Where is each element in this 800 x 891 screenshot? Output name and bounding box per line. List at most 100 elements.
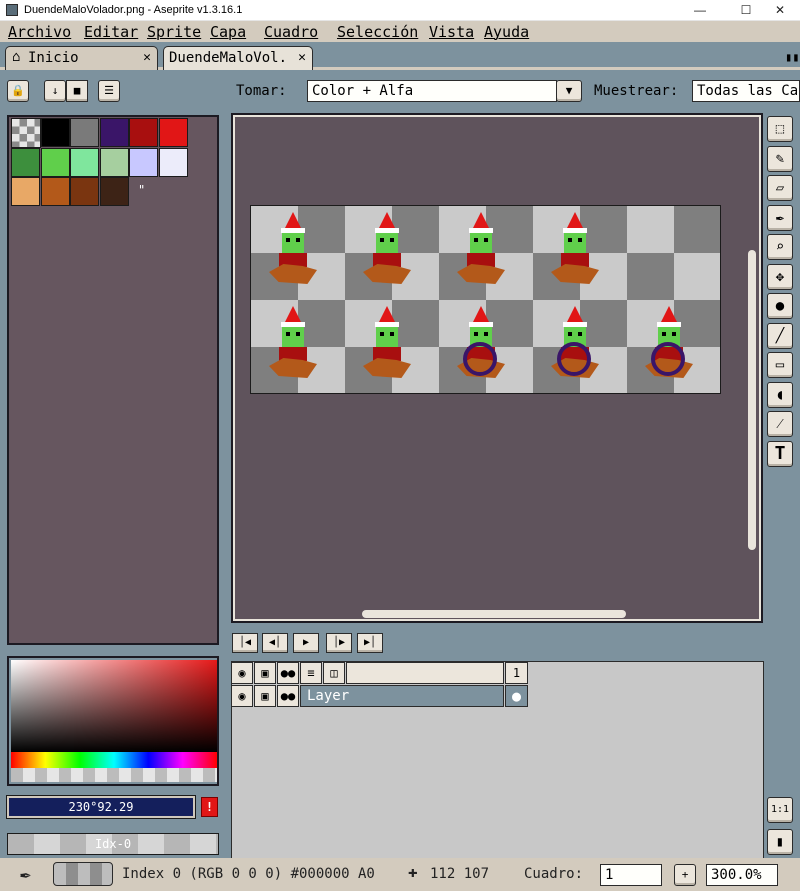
zoom-one-to-one-button[interactable]: 1:1 [767, 797, 793, 823]
blur-icon[interactable]: ⁄ [767, 411, 793, 437]
tab-menu-icon[interactable]: ▮▮ [785, 50, 799, 64]
palette-transparent-swatch[interactable] [11, 118, 41, 148]
next-frame-icon[interactable]: │▶ [326, 633, 352, 653]
hue-slider[interactable] [11, 752, 217, 768]
eraser-icon[interactable]: ▱ [767, 175, 793, 201]
lock-icon[interactable]: 🔒 [7, 80, 29, 102]
palette-swatch[interactable] [70, 177, 99, 206]
brush-preview[interactable] [53, 862, 113, 886]
status-bar: ✒ Index 0 (RGB 0 0 0) #000000 A0 ✚ 112 1… [0, 858, 800, 891]
close-icon[interactable]: ✕ [760, 0, 800, 21]
first-frame-icon[interactable]: │◀ [232, 633, 258, 653]
menu-sprite[interactable]: Sprite [147, 23, 201, 41]
previous-frame-icon[interactable]: ◀│ [262, 633, 288, 653]
continuous-icon[interactable]: ●● [277, 662, 299, 684]
take-select[interactable]: Color + Alfa [307, 80, 557, 102]
play-icon[interactable]: ▶ [293, 633, 319, 653]
add-frame-button[interactable]: + [674, 864, 696, 886]
palette-swatch[interactable] [99, 118, 129, 147]
goblin-sprite [547, 306, 603, 392]
layer-group-icon[interactable]: ◫ [323, 662, 345, 684]
lock-icon[interactable]: ▣ [254, 662, 276, 684]
palette-swatch[interactable] [70, 147, 99, 177]
palette-swatch[interactable] [40, 177, 70, 206]
frame-header-1[interactable]: 1 [505, 662, 528, 684]
sort-palette-icon[interactable]: ↓ [44, 80, 66, 102]
palette-mark: " [138, 183, 146, 197]
saturation-value-field[interactable] [11, 660, 217, 752]
fill-icon[interactable]: ● [767, 293, 793, 319]
rectangle-icon[interactable]: ▭ [767, 352, 793, 378]
goblin-sprite [359, 306, 415, 392]
goblin-sprite [265, 212, 321, 298]
palette-swatch[interactable] [99, 147, 129, 177]
timeline-header-spacer [346, 662, 504, 684]
palette-swatch[interactable] [11, 177, 40, 206]
palette-swatch[interactable] [158, 147, 188, 177]
layer-lock-icon[interactable]: ▣ [254, 685, 276, 707]
palette-swatch[interactable] [158, 118, 188, 147]
menu-editar[interactable]: Editar [84, 23, 138, 41]
move-icon[interactable]: ✥ [767, 263, 793, 290]
tab-label: Inicio [28, 50, 79, 66]
goblin-sprite [453, 306, 509, 392]
layer-settings-icon[interactable]: ≡ [300, 662, 322, 684]
palette-swatch[interactable] [129, 147, 158, 177]
palette-menu-icon[interactable]: ☰ [98, 80, 120, 102]
menu-seleccion[interactable]: Selección [337, 23, 418, 41]
goblin-sprite [453, 212, 509, 298]
film-icon[interactable]: ▮ [767, 829, 793, 855]
text-icon[interactable]: T [767, 440, 793, 467]
cel-icon[interactable]: ● [505, 685, 528, 707]
tab-duendemalovolador[interactable]: DuendeMaloVol. ✕ [163, 46, 313, 70]
frame-label: Cuadro: [524, 866, 584, 882]
app-icon [6, 4, 18, 16]
palette-swatch[interactable] [99, 177, 129, 206]
line-icon[interactable]: ╱ [767, 322, 793, 349]
marquee-icon[interactable]: ⬚ [767, 116, 793, 142]
goblin-sprite [547, 212, 603, 298]
zoom-input[interactable]: 300.0% [706, 864, 778, 886]
minimize-icon[interactable]: — [680, 0, 720, 21]
palette-swatch[interactable] [70, 118, 99, 147]
menu-cuadro[interactable]: Cuadro [264, 23, 318, 41]
cursor-coordinates: 112 107 [430, 866, 490, 882]
sample-label: Muestrear: [594, 83, 679, 99]
eyedropper-icon[interactable]: ✒ [767, 204, 793, 231]
palette-swatch[interactable] [40, 147, 70, 177]
vertical-scrollbar[interactable] [748, 250, 756, 550]
foreground-color[interactable]: 230°92.29 [6, 795, 196, 819]
warning-icon[interactable]: ! [201, 797, 218, 817]
zoom-icon[interactable]: ⌕ [767, 234, 793, 260]
menu-archivo[interactable]: Archivo [8, 23, 71, 41]
checker-cell [627, 253, 674, 300]
background-color[interactable]: Idx-0 [7, 833, 219, 855]
eye-icon[interactable]: ◉ [231, 662, 253, 684]
palette-swatch[interactable] [40, 118, 70, 147]
chevron-down-icon[interactable]: ▼ [556, 80, 582, 102]
tab-inicio[interactable]: ⌂ Inicio ✕ [5, 46, 158, 70]
pencil-icon[interactable]: ✎ [767, 145, 793, 172]
checker-cell [674, 206, 720, 253]
goblin-sprite [359, 212, 415, 298]
palette-swatch[interactable] [129, 118, 158, 147]
menu-capa[interactable]: Capa [210, 23, 246, 41]
home-icon: ⌂ [12, 49, 21, 65]
layer-name[interactable]: Layer [300, 685, 504, 707]
horizontal-scrollbar[interactable] [362, 610, 626, 618]
frame-input[interactable]: 1 [600, 864, 662, 886]
layer-continuous-icon[interactable]: ●● [277, 685, 299, 707]
close-tab-icon[interactable]: ✕ [298, 50, 306, 65]
tab-label: DuendeMaloVol. [169, 50, 288, 66]
menu-vista[interactable]: Vista [429, 23, 474, 41]
palette-swatch[interactable] [11, 147, 40, 177]
close-tab-icon[interactable]: ✕ [143, 50, 151, 65]
last-frame-icon[interactable]: ▶│ [357, 633, 383, 653]
sample-select[interactable]: Todas las Ca [692, 80, 800, 102]
layer-eye-icon[interactable]: ◉ [231, 685, 253, 707]
sprite-sheet[interactable] [250, 205, 721, 394]
save-palette-icon[interactable]: ■ [66, 80, 88, 102]
contour-icon[interactable]: ◖ [767, 381, 793, 408]
menu-ayuda[interactable]: Ayuda [484, 23, 529, 41]
alpha-slider[interactable] [11, 768, 217, 782]
